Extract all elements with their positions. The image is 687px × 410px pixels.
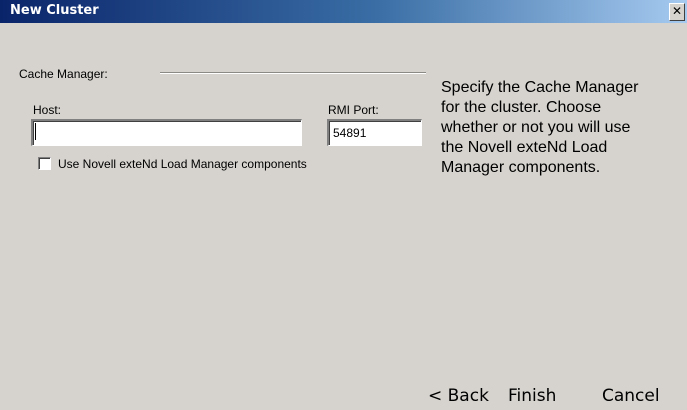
finish-button[interactable]: Finish (508, 386, 556, 406)
text-caret (35, 123, 36, 140)
help-line: the Novell exteNd Load (441, 139, 608, 156)
section-separator (160, 72, 426, 74)
title-bar: New Cluster ✕ (0, 0, 687, 23)
help-text: Specify the Cache Manager for the cluste… (441, 78, 681, 178)
close-button[interactable]: ✕ (669, 3, 685, 21)
cancel-button[interactable]: Cancel (602, 386, 660, 406)
help-line: Manager components. (441, 159, 601, 176)
help-line: whether or not you will use (441, 119, 631, 136)
back-button[interactable]: < Back (428, 386, 489, 406)
help-line: Specify the Cache Manager (441, 79, 639, 96)
load-manager-checkbox[interactable] (38, 157, 51, 170)
help-line: for the cluster. Choose (441, 99, 602, 116)
rmi-port-label: RMI Port: (328, 103, 379, 117)
host-label: Host: (33, 103, 62, 117)
rmi-port-input[interactable] (327, 119, 422, 146)
host-input[interactable] (31, 119, 302, 146)
load-manager-checkbox-label[interactable]: Use Novell exteNd Load Manager component… (58, 157, 307, 171)
window-title: New Cluster (10, 3, 99, 18)
close-icon: ✕ (671, 4, 683, 18)
cache-manager-section-label: Cache Manager: (19, 67, 108, 81)
new-cluster-dialog: New Cluster ✕ Cache Manager: Host: RMI P… (0, 0, 687, 410)
